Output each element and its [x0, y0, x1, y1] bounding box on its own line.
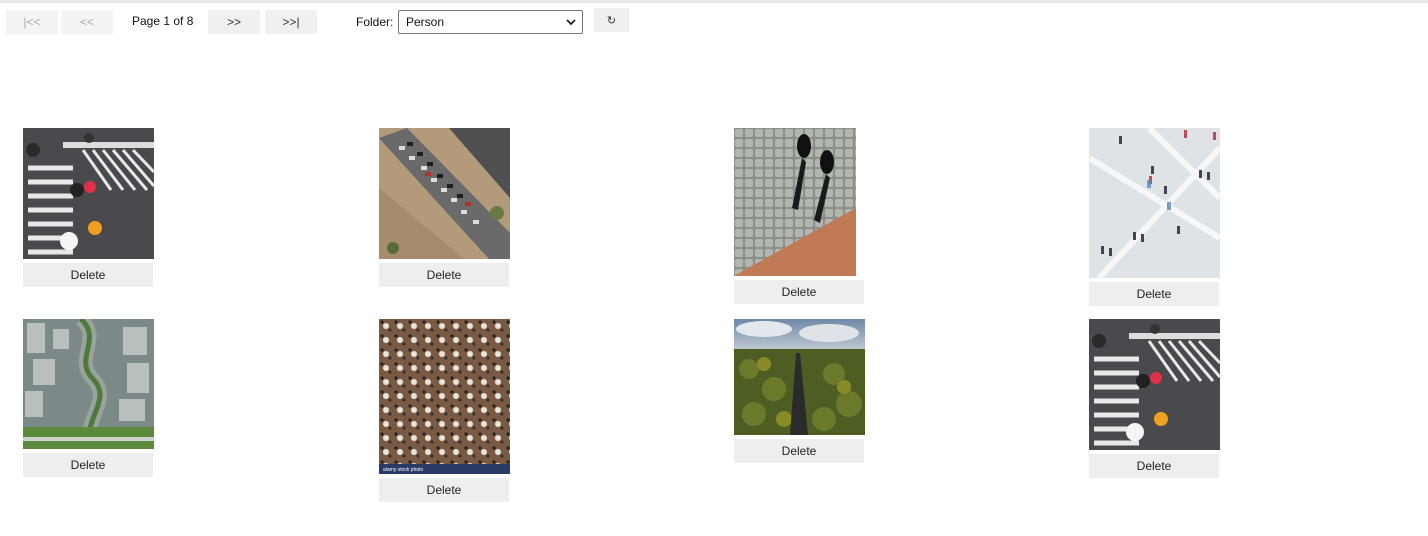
- delete-button[interactable]: Delete: [1089, 454, 1219, 478]
- image-card: Delete: [734, 319, 865, 463]
- last-page-button[interactable]: >>|: [265, 10, 317, 34]
- photo-forest-road-aerial[interactable]: [734, 319, 865, 435]
- delete-button[interactable]: Delete: [23, 263, 153, 287]
- photo-traffic-jam-road[interactable]: [379, 128, 510, 259]
- folder-select[interactable]: Person: [398, 10, 583, 34]
- delete-button[interactable]: Delete: [734, 280, 864, 304]
- delete-button[interactable]: Delete: [379, 263, 509, 287]
- image-card: Delete: [23, 128, 154, 287]
- delete-button[interactable]: Delete: [23, 453, 153, 477]
- photo-cobblestone-shadows[interactable]: [734, 128, 864, 276]
- image-card: Delete: [379, 128, 510, 287]
- image-card: alamy stock photo Delete: [379, 319, 510, 502]
- refresh-icon: ↻: [606, 13, 617, 27]
- delete-button[interactable]: Delete: [1089, 282, 1219, 306]
- watermark-text: alamy stock photo: [383, 467, 424, 473]
- photo-crowd-blurred-square[interactable]: [1089, 128, 1220, 278]
- image-card: Delete: [23, 319, 154, 477]
- next-page-button[interactable]: >>: [208, 10, 260, 34]
- refresh-button[interactable]: ↻: [594, 8, 629, 32]
- photo-cafe-crowd-aerial[interactable]: alamy stock photo: [379, 319, 510, 474]
- image-card: Delete: [1089, 128, 1220, 306]
- delete-button[interactable]: Delete: [734, 439, 864, 463]
- image-card: Delete: [1089, 319, 1220, 478]
- page-indicator: Page 1 of 8: [132, 14, 194, 28]
- first-page-button[interactable]: |<<: [6, 10, 58, 34]
- photo-city-highway-aerial[interactable]: [23, 319, 154, 449]
- folder-label: Folder:: [356, 15, 394, 29]
- pagination-toolbar: |<< << Page 1 of 8 >> >>| Folder: Person…: [0, 0, 1428, 40]
- folder-select-value: Person: [406, 15, 445, 29]
- photo-crosswalk-umbrellas[interactable]: [23, 128, 154, 259]
- delete-button[interactable]: Delete: [379, 478, 509, 502]
- image-card: Delete: [734, 128, 864, 304]
- chevron-down-icon: [566, 19, 576, 26]
- photo-crosswalk-umbrellas[interactable]: [1089, 319, 1220, 450]
- previous-page-button[interactable]: <<: [61, 10, 113, 34]
